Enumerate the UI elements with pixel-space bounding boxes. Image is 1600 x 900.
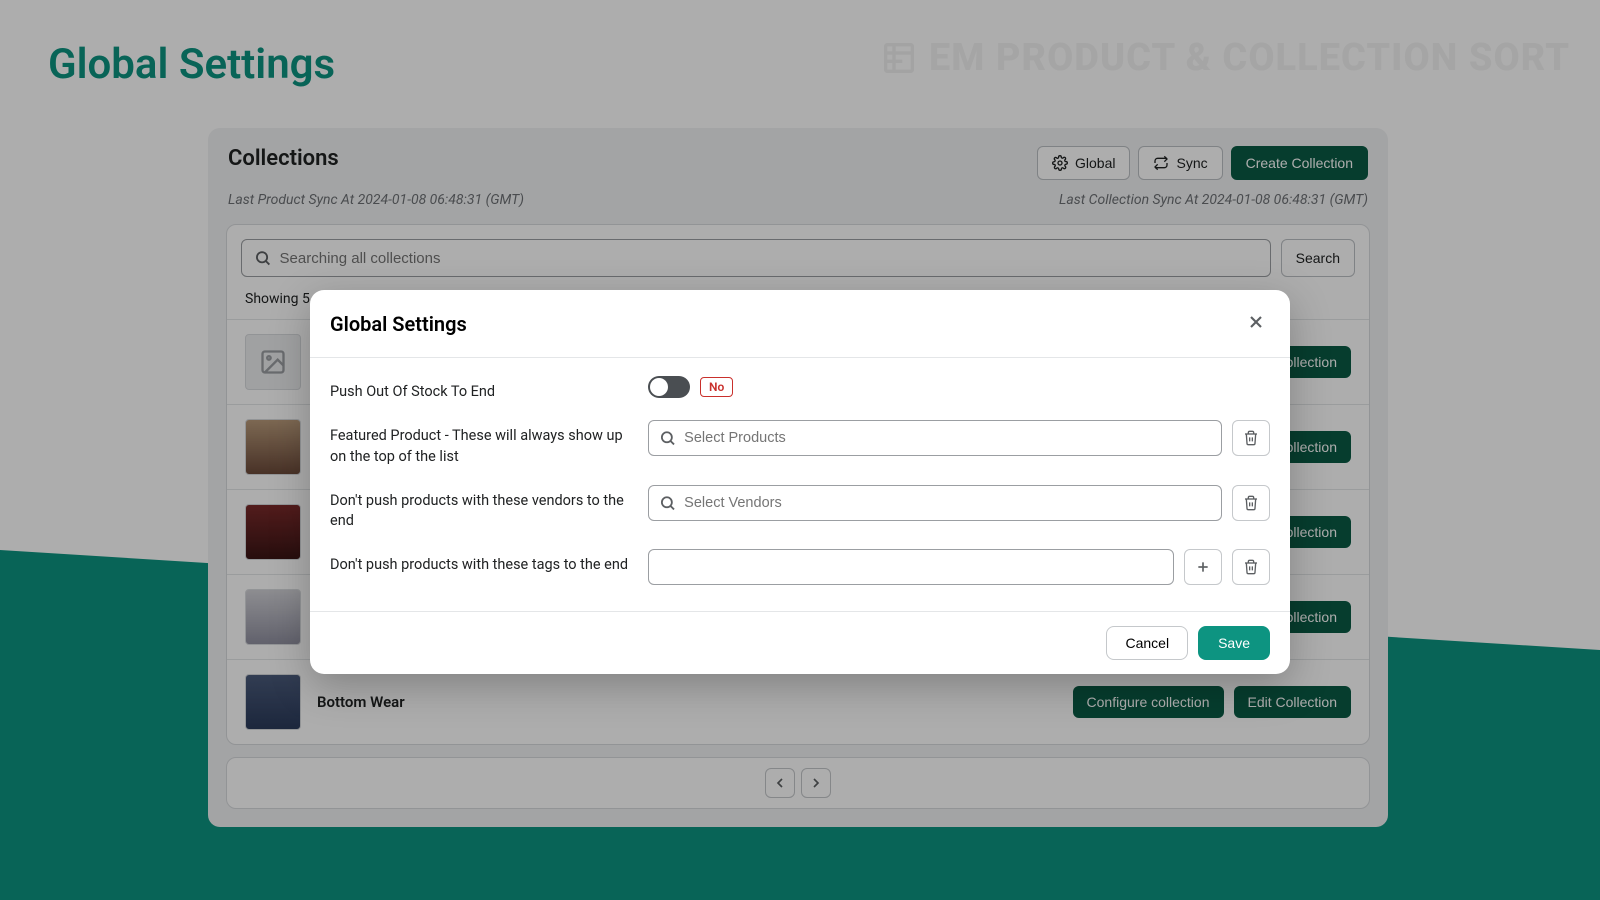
featured-label: Featured Product - These will always sho… — [330, 420, 630, 467]
save-button[interactable]: Save — [1198, 626, 1270, 660]
vendors-select[interactable] — [648, 485, 1222, 521]
close-button[interactable] — [1242, 308, 1270, 339]
trash-icon — [1243, 559, 1259, 575]
modal-title: Global Settings — [330, 312, 467, 336]
search-icon — [659, 494, 676, 512]
featured-products-input[interactable] — [684, 430, 1211, 446]
trash-icon — [1243, 430, 1259, 446]
vendors-label: Don't push products with these vendors t… — [330, 485, 630, 532]
delete-tags-button[interactable] — [1232, 549, 1270, 585]
push-oos-toggle[interactable] — [648, 376, 690, 398]
tags-input[interactable] — [659, 559, 1163, 575]
add-tag-button[interactable] — [1184, 549, 1222, 585]
tags-label: Don't push products with these tags to t… — [330, 549, 630, 575]
tags-input-wrap[interactable] — [648, 549, 1174, 585]
cancel-button[interactable]: Cancel — [1106, 626, 1188, 660]
search-icon — [659, 429, 676, 447]
toggle-badge: No — [700, 377, 733, 397]
featured-products-select[interactable] — [648, 420, 1222, 456]
delete-featured-button[interactable] — [1232, 420, 1270, 456]
push-oos-label: Push Out Of Stock To End — [330, 376, 630, 402]
delete-vendors-button[interactable] — [1232, 485, 1270, 521]
plus-icon — [1195, 559, 1211, 575]
vendors-input[interactable] — [684, 495, 1211, 511]
global-settings-modal: Global Settings Push Out Of Stock To End… — [310, 290, 1290, 674]
close-icon — [1246, 312, 1266, 332]
trash-icon — [1243, 495, 1259, 511]
